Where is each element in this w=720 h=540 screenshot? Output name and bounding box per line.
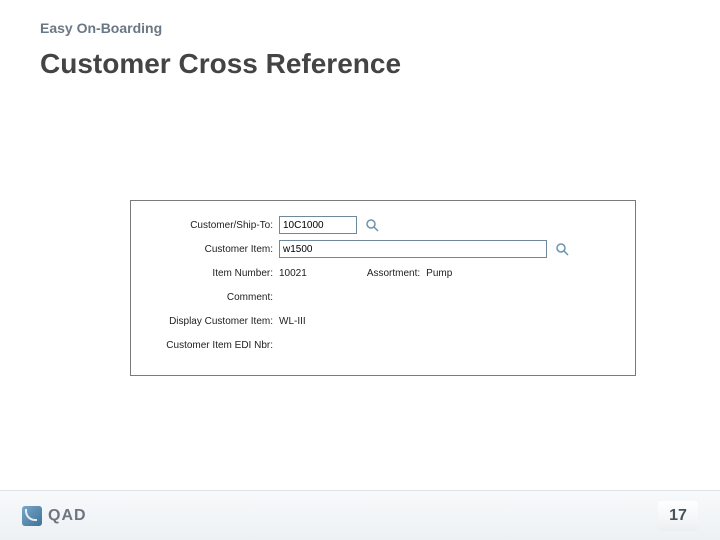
footer: QAD 17 [0, 490, 720, 540]
page-number: 17 [658, 501, 698, 531]
label-comment: Comment: [143, 292, 279, 303]
lookup-customer-item[interactable] [553, 240, 571, 258]
value-display-customer-item: WL-III [279, 316, 306, 327]
label-assortment: Assortment: [367, 268, 426, 279]
label-item-number: Item Number: [143, 268, 279, 279]
label-customer-ship-to: Customer/Ship-To: [143, 220, 279, 231]
section-pretitle: Easy On-Boarding [40, 20, 162, 36]
label-customer-item-edi-nbr: Customer Item EDI Nbr: [143, 340, 279, 351]
input-customer-item[interactable] [279, 240, 547, 258]
label-display-customer-item: Display Customer Item: [143, 316, 279, 327]
brand-mark-icon [22, 506, 42, 526]
brand-logo: QAD [22, 506, 87, 526]
input-customer-ship-to[interactable] [279, 216, 357, 234]
label-customer-item: Customer Item: [143, 244, 279, 255]
value-assortment: Pump [426, 268, 452, 279]
lookup-customer-ship-to[interactable] [363, 216, 381, 234]
page-title: Customer Cross Reference [40, 48, 401, 80]
brand-text: QAD [48, 507, 87, 525]
form-panel: Customer/Ship-To: Customer Item: It [130, 200, 636, 376]
value-item-number: 10021 [279, 268, 307, 279]
search-icon [555, 242, 569, 256]
search-icon [365, 218, 379, 232]
